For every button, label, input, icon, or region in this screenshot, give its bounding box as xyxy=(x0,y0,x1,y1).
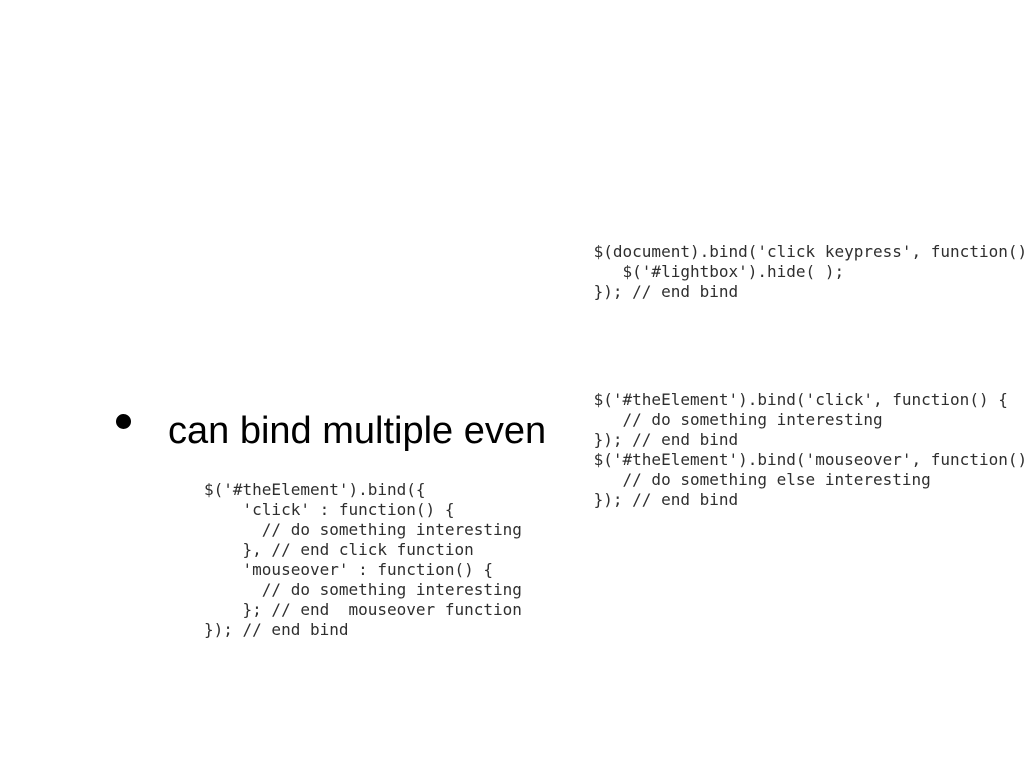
bullet-text: can bind multiple even xyxy=(168,410,546,453)
code-block-bottom-left: $('#theElement').bind({ 'click' : functi… xyxy=(204,480,522,640)
code-block-mid-right: $('#theElement').bind('click', function(… xyxy=(584,390,1024,510)
code-block-top-right: $(document).bind('click keypress', funct… xyxy=(584,242,1024,302)
bullet-marker xyxy=(116,414,131,429)
